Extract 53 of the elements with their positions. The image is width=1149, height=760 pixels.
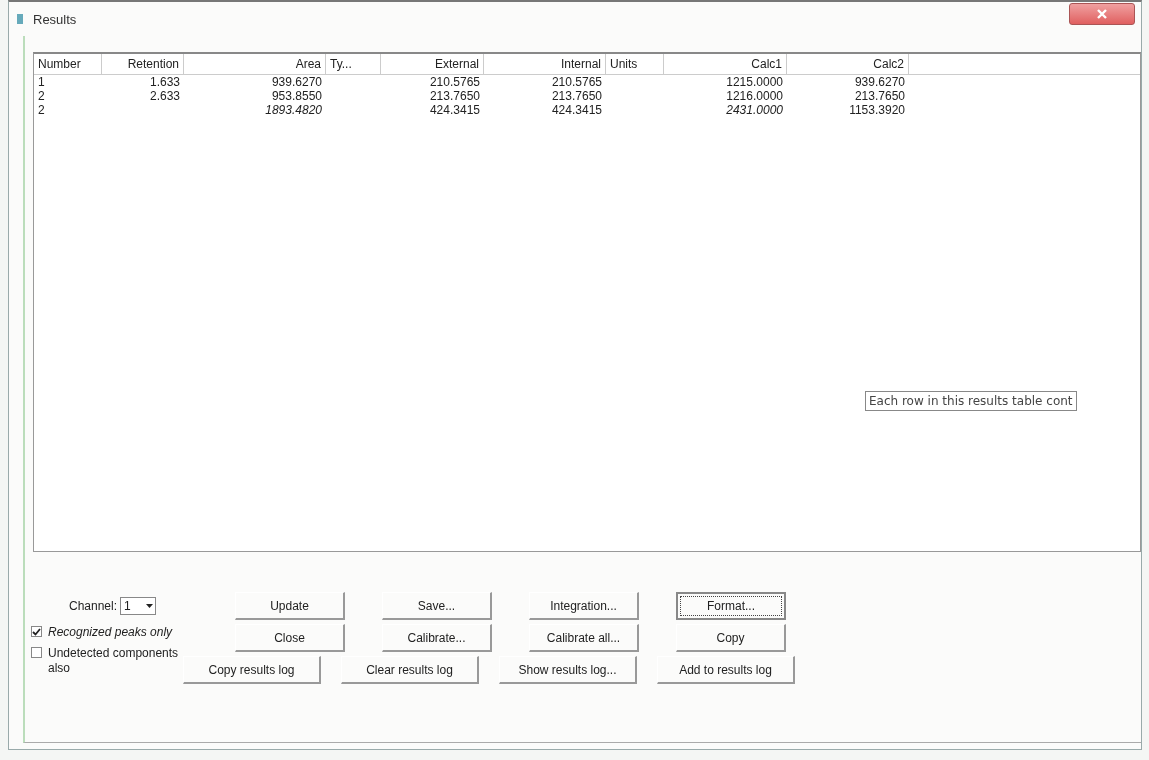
table-cell-text: 1 (37, 75, 46, 89)
dialog-button[interactable]: Add to results log (657, 656, 795, 684)
column-header[interactable]: Ty... (326, 54, 381, 74)
table-cell-text: 210.5765 (428, 75, 481, 89)
column-header[interactable]: Retention (102, 54, 184, 74)
dialog-button[interactable]: Close (235, 624, 345, 652)
table-cell-text: 2 (37, 89, 46, 103)
table-cell-text: 424.3415 (550, 103, 603, 117)
column-header[interactable]: Calc2 (787, 54, 909, 74)
dialog-button[interactable]: Show results log... (499, 656, 637, 684)
dialog-button[interactable]: Copy (676, 624, 786, 652)
format-button[interactable]: Format... (676, 592, 786, 620)
table-cell-text: 953.8550 (270, 89, 323, 103)
close-button[interactable] (1069, 3, 1135, 25)
checkbox[interactable] (31, 626, 42, 637)
table-cell-text: 2.633 (148, 89, 181, 103)
table-cell-text: 424.3415 (428, 103, 481, 117)
dialog-button[interactable]: Calibrate... (382, 624, 492, 652)
channel-dropdown[interactable]: 1 (120, 597, 157, 615)
tooltip: Each row in this results table cont (865, 391, 1077, 411)
table-cell-text: 213.7650 (853, 89, 906, 103)
dialog-button[interactable]: Update (235, 592, 345, 620)
table-cell-text: 1893.4820 (264, 103, 323, 117)
column-header[interactable]: Internal (484, 54, 606, 74)
table-cell-text: 2431.0000 (725, 103, 784, 117)
dialog-button[interactable]: Save... (382, 592, 492, 620)
dropdown-arrow-icon (146, 604, 154, 608)
column-header[interactable]: Number (34, 54, 102, 74)
table-cell-text: 213.7650 (428, 89, 481, 103)
table-cell-text: 213.7650 (550, 89, 603, 103)
table-cell-text: 2 (37, 103, 46, 117)
table-cell-text: 1153.3920 (848, 103, 906, 117)
column-header[interactable]: Area (184, 54, 326, 74)
checkbox[interactable] (31, 647, 42, 658)
table-cell-text: 1216.0000 (725, 89, 784, 103)
close-icon (1096, 9, 1108, 19)
dialog-button[interactable]: Copy results log (183, 656, 321, 684)
dialog-button[interactable]: Clear results log (341, 656, 479, 684)
column-header[interactable]: Calc1 (664, 54, 787, 74)
checkbox-label: Undetected components also (48, 646, 180, 676)
dialog-button[interactable]: Integration... (529, 592, 639, 620)
table-cell-text: 210.5765 (550, 75, 603, 89)
column-header[interactable]: External (381, 54, 484, 74)
table-cell-text: 1215.0000 (725, 75, 784, 89)
channel-label: Channel: (69, 599, 118, 613)
table-cell-text: 939.6270 (270, 75, 323, 89)
column-header[interactable]: Units (606, 54, 664, 74)
table-cell-text: 939.6270 (853, 75, 906, 89)
dialog-button[interactable]: Calibrate all... (529, 624, 639, 652)
window-title: Results (33, 11, 78, 27)
app-icon (17, 14, 23, 24)
checkbox-label: Recognized peaks only (48, 625, 174, 640)
table-cell-text: 1.633 (148, 75, 181, 89)
